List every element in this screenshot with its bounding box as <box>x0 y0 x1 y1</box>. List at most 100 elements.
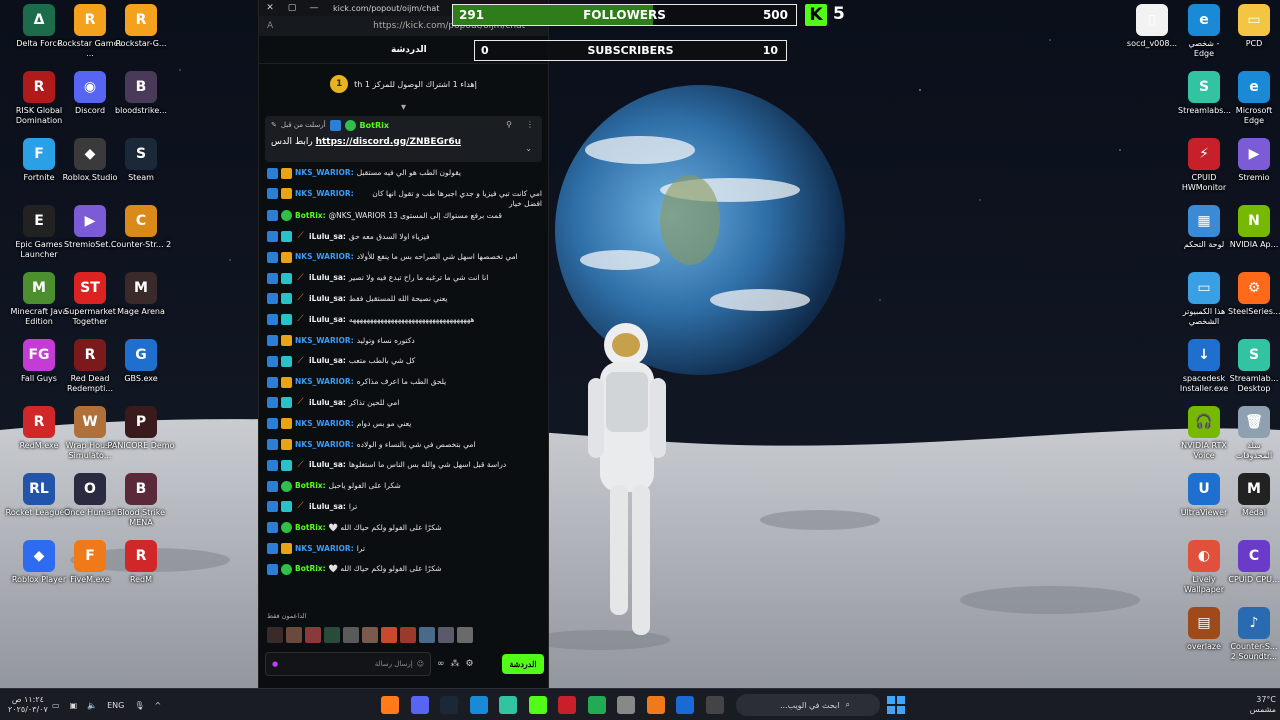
send-chat-button[interactable]: الدردشة <box>502 654 544 674</box>
taskbar-app-icon[interactable] <box>587 696 606 714</box>
expand-chevron-icon[interactable]: ⌄ <box>525 144 532 153</box>
weather-text[interactable]: مشمس <box>1250 705 1276 715</box>
volume-icon[interactable]: 🔈 <box>87 701 97 710</box>
chat-message[interactable]: ⟋ iLulu_sa: ترا <box>267 500 542 521</box>
desktop-icon[interactable]: Bbloodstrike... <box>106 71 176 116</box>
chat-input[interactable]: ● إرسال رسالة ☺ <box>265 652 431 676</box>
microphone-icon[interactable]: 🎙 <box>134 701 144 710</box>
supporter-avatar[interactable] <box>400 627 416 643</box>
minimize-window-icon[interactable]: — <box>303 3 325 13</box>
supporter-avatar[interactable] <box>438 627 454 643</box>
chat-message[interactable]: ⟋ iLulu_sa: فيزياء اولا السدق معه حق <box>267 230 542 251</box>
chat-message[interactable]: ⟋ iLulu_sa: يعني نصيحة الله للمستقبل فقط <box>267 292 542 313</box>
desktop-icon[interactable]: ▭ هذا الكمبيوتر الشخصي <box>1178 272 1230 327</box>
chat-message[interactable]: ⟋ iLulu_sa: انا انت شي ما ترغبه ما راح تبد… <box>267 271 542 292</box>
chat-username[interactable]: iLulu_sa: <box>309 398 346 408</box>
network-icon[interactable]: ▣ <box>70 701 78 710</box>
chat-username[interactable]: NKS_WARIOR: <box>295 252 354 262</box>
chat-message[interactable]: ⟋ iLulu_sa: امي للحين تذاكر <box>267 396 542 417</box>
close-window-icon[interactable]: ✕ <box>259 3 281 13</box>
chat-username[interactable]: NKS_WARIOR: <box>295 336 354 346</box>
chat-message[interactable]: NKS_WARIOR: ترا <box>267 542 542 563</box>
pinned-discord-link[interactable]: https://discord.gg/ZNBEGr6u <box>316 137 461 147</box>
desktop-icon[interactable]: ▦ لوحة التحكم <box>1178 205 1230 250</box>
desktop-icon[interactable]: S Streamlabs... <box>1178 71 1231 116</box>
chat-username[interactable]: BotRix: <box>295 523 326 533</box>
desktop-icon[interactable]: R RedM <box>106 540 176 585</box>
taskbar-app-icon[interactable] <box>676 696 694 714</box>
chat-username[interactable]: iLulu_sa: <box>309 502 346 512</box>
chat-username[interactable]: iLulu_sa: <box>309 315 346 325</box>
chat-message[interactable]: BotRix: شكرا على الفولو ياحبل <box>267 479 542 500</box>
desktop-icon[interactable]: M Medal <box>1228 473 1280 518</box>
supporter-avatar[interactable] <box>305 627 321 643</box>
desktop-icon[interactable]: N NVIDIA Ap... <box>1228 205 1280 250</box>
language-indicator[interactable]: ENG <box>107 701 124 710</box>
emoji-icon[interactable]: ☺ <box>417 660 424 668</box>
taskbar-app-icon[interactable] <box>705 696 724 714</box>
infinity-icon[interactable]: ∞ <box>437 659 445 669</box>
taskbar-app-icon[interactable] <box>499 696 517 714</box>
desktop-icon[interactable]: ⚡ CPUID HWMonitor <box>1178 138 1230 193</box>
maximize-window-icon[interactable]: ▢ <box>281 3 303 13</box>
desktop-icon[interactable]: P PANICORE Demo <box>106 406 176 451</box>
taskbar-app-icon[interactable] <box>381 696 399 714</box>
desktop-icon[interactable]: B Blood Strike MENA <box>106 473 176 528</box>
supporter-avatar[interactable] <box>457 627 473 643</box>
taskbar-app-icon[interactable] <box>617 696 635 714</box>
chat-message[interactable]: ⟋ iLulu_sa: كل شي بالطب متعب <box>267 354 542 375</box>
desktop-icon[interactable]: ↓ spacedesk Installer.exe <box>1178 339 1230 394</box>
chat-message[interactable]: ⟋ iLulu_sa: دراسة قبل اسهل شي والله بس الن… <box>267 458 542 479</box>
show-hidden-icons-chevron[interactable]: ^ <box>155 701 162 710</box>
more-options-icon[interactable]: ⋮ <box>526 120 534 129</box>
taskbar-app-icon[interactable] <box>410 696 429 714</box>
chat-message[interactable]: BotRix: @NKS_WARIOR 13 قمت برفع مستواك إل… <box>267 209 542 230</box>
collapse-arrow-icon[interactable]: ▾ <box>259 103 548 114</box>
settings-gear-icon[interactable]: ⚙ <box>466 659 474 669</box>
desktop-icon[interactable]: ◐ Lively Wallpaper <box>1178 540 1230 595</box>
chat-username[interactable]: NKS_WARIOR: <box>295 168 354 178</box>
chat-message[interactable]: ⟋ iLulu_sa: هههههههههههههههههههههههههههههه… <box>267 313 542 334</box>
supporter-avatar[interactable] <box>343 627 359 643</box>
clock-time[interactable]: ١١:٢٤ ص <box>12 695 44 705</box>
weather-temp[interactable]: 37°C <box>1256 695 1276 705</box>
desktop-icon[interactable]: ▭ PCD <box>1228 4 1280 49</box>
chat-message[interactable]: BotRix: شكرًا على الفولو ولكم حياك الله 🤍 <box>267 562 542 583</box>
desktop-icon[interactable]: R Rockstar-G... <box>106 4 176 49</box>
chat-username[interactable]: NKS_WARIOR: <box>295 377 354 387</box>
chat-username[interactable]: BotRix: <box>295 564 326 574</box>
desktop-icon[interactable]: U UltraViewer <box>1178 473 1230 518</box>
desktop-icon[interactable]: ♪ Counter-S... 2 Soundtr... <box>1228 607 1280 662</box>
supporter-avatar[interactable] <box>362 627 378 643</box>
chat-message[interactable]: NKS_WARIOR: يقولون الطب هو الي فيه مستقبل <box>267 166 542 187</box>
chat-username[interactable]: BotRix: <box>295 481 326 491</box>
notification-icon[interactable]: ▭ <box>52 701 60 710</box>
chat-username[interactable]: iLulu_sa: <box>309 273 346 283</box>
taskbar-app-icon[interactable] <box>646 696 665 714</box>
desktop-icon[interactable]: ▯ socd_v008... <box>1126 4 1178 49</box>
supporter-avatar[interactable] <box>419 627 435 643</box>
desktop-icon[interactable]: ▶ Stremio <box>1228 138 1280 183</box>
desktop-icon[interactable]: C Counter-Str... 2 <box>106 205 176 250</box>
desktop-icon[interactable]: ▤ overlaze <box>1178 607 1230 652</box>
translate-icon[interactable]: A <box>267 21 273 31</box>
chat-message[interactable]: NKS_WARIOR: امي تخصصها اسهل شي الصراحه بس… <box>267 250 542 271</box>
channel-points-icon[interactable]: ⁂ <box>451 659 460 669</box>
desktop-icon[interactable]: C CPUID CPU... <box>1228 540 1280 585</box>
clock-date[interactable]: ٢٠٢٥/٠٣/٠٧ <box>8 705 48 715</box>
desktop-icon[interactable]: S Steam <box>106 138 176 183</box>
unpin-icon[interactable]: ⚲ <box>506 120 512 129</box>
taskbar-search[interactable]: ابحث في الويب... ⌕ <box>736 694 880 716</box>
taskbar-app-icon[interactable] <box>440 696 458 714</box>
chat-username[interactable]: NKS_WARIOR: <box>295 544 354 554</box>
desktop-icon[interactable]: G GBS.exe <box>106 339 176 384</box>
supporter-avatar[interactable] <box>324 627 340 643</box>
chat-username[interactable]: NKS_WARIOR: <box>295 419 354 429</box>
taskbar-app-icon[interactable] <box>528 696 547 714</box>
supporter-avatar[interactable] <box>286 627 302 643</box>
desktop-icon[interactable]: S Streamlab... Desktop <box>1228 339 1280 394</box>
chat-message[interactable]: NKS_WARIOR: يلحق الطب ما اعرف مذاكره <box>267 375 542 396</box>
chat-username[interactable]: iLulu_sa: <box>309 232 346 242</box>
mic-icon[interactable]: ● <box>272 660 278 668</box>
windows-start-icon[interactable] <box>887 696 905 714</box>
